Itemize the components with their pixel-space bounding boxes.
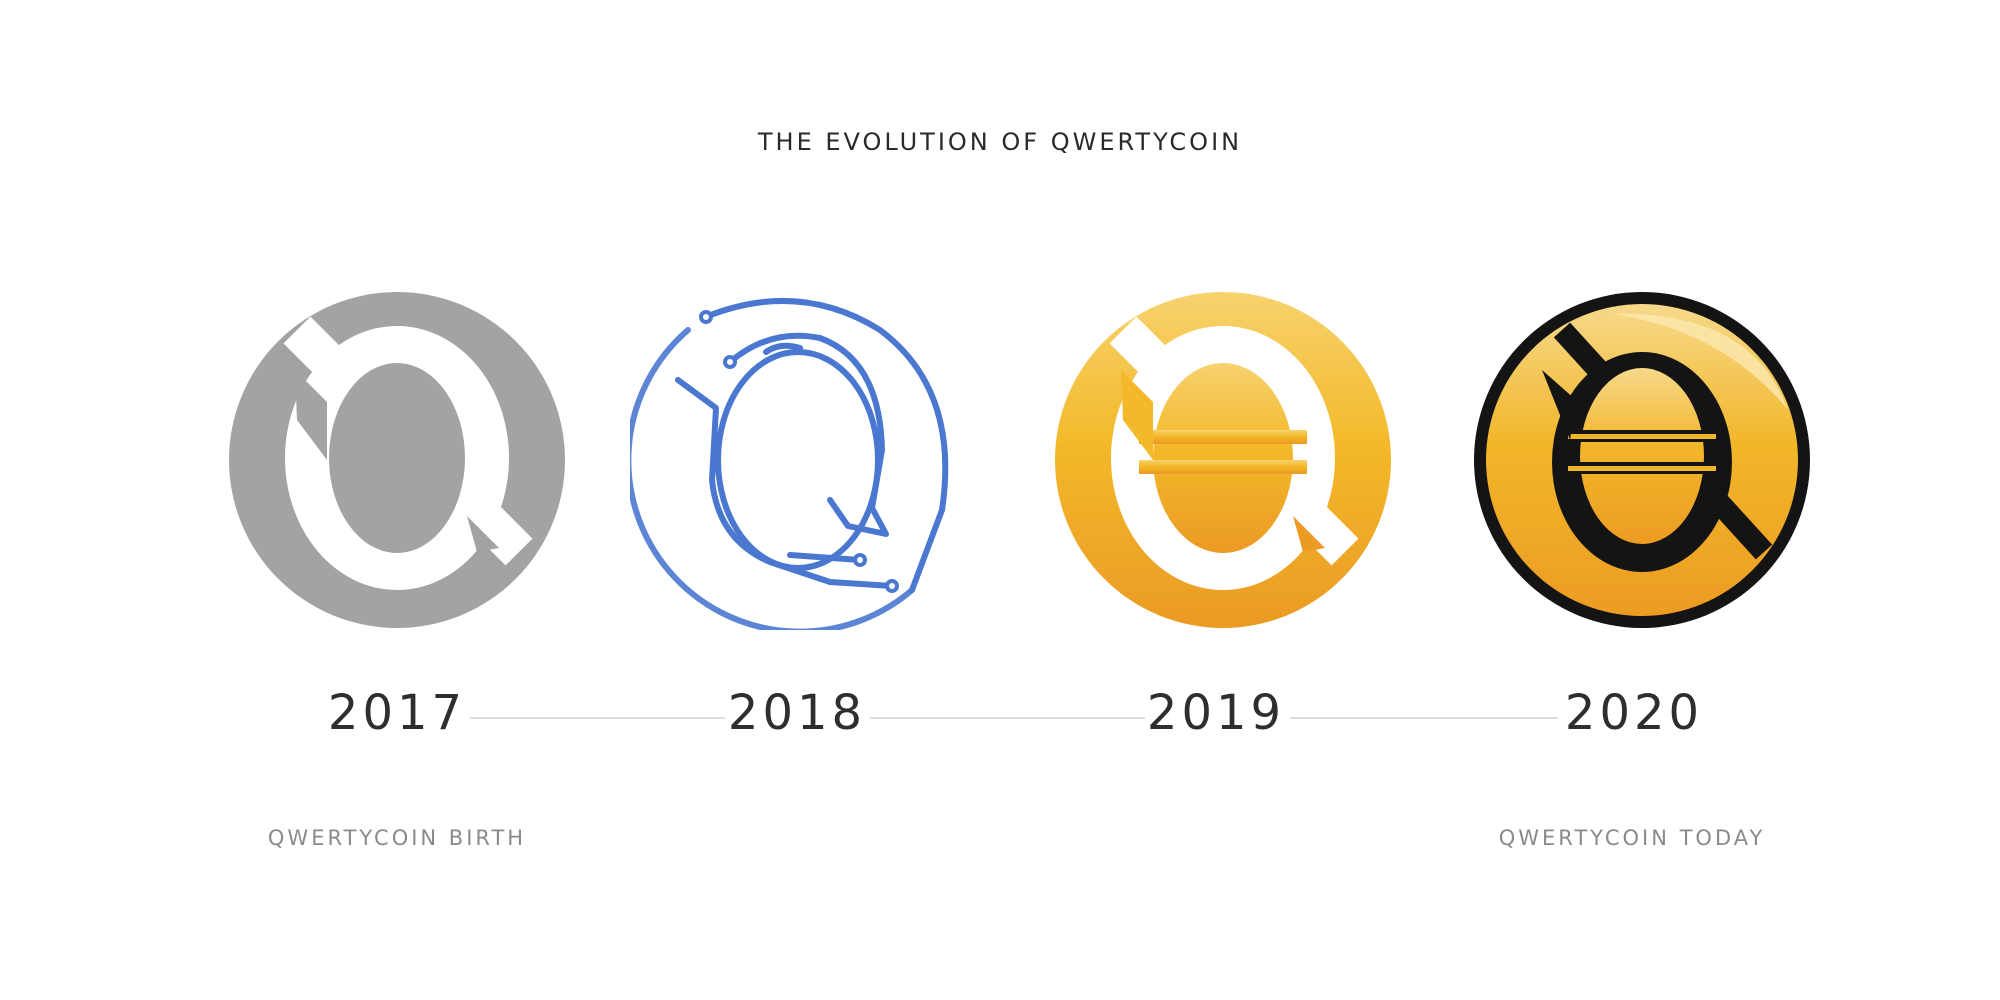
qwertycoin-logo-2019 xyxy=(1053,290,1393,630)
caption-birth: QWERTYCOIN BIRTH xyxy=(267,826,527,850)
year-label-2017: 2017 xyxy=(327,685,467,741)
timeline-connector xyxy=(1290,717,1558,719)
timeline-connector xyxy=(870,717,1145,719)
page-title: THE EVOLUTION OF QWERTYCOIN xyxy=(757,128,1243,156)
qwertycoin-logo-2017 xyxy=(227,290,567,630)
caption-today: QWERTYCOIN TODAY xyxy=(1498,826,1766,850)
timeline-connector xyxy=(470,717,725,719)
qwertycoin-logo-2020 xyxy=(1472,290,1812,630)
year-label-2018: 2018 xyxy=(727,685,867,741)
year-label-2020: 2020 xyxy=(1564,685,1704,741)
year-label-2019: 2019 xyxy=(1146,685,1286,741)
qwertycoin-logo-2018 xyxy=(630,290,970,630)
